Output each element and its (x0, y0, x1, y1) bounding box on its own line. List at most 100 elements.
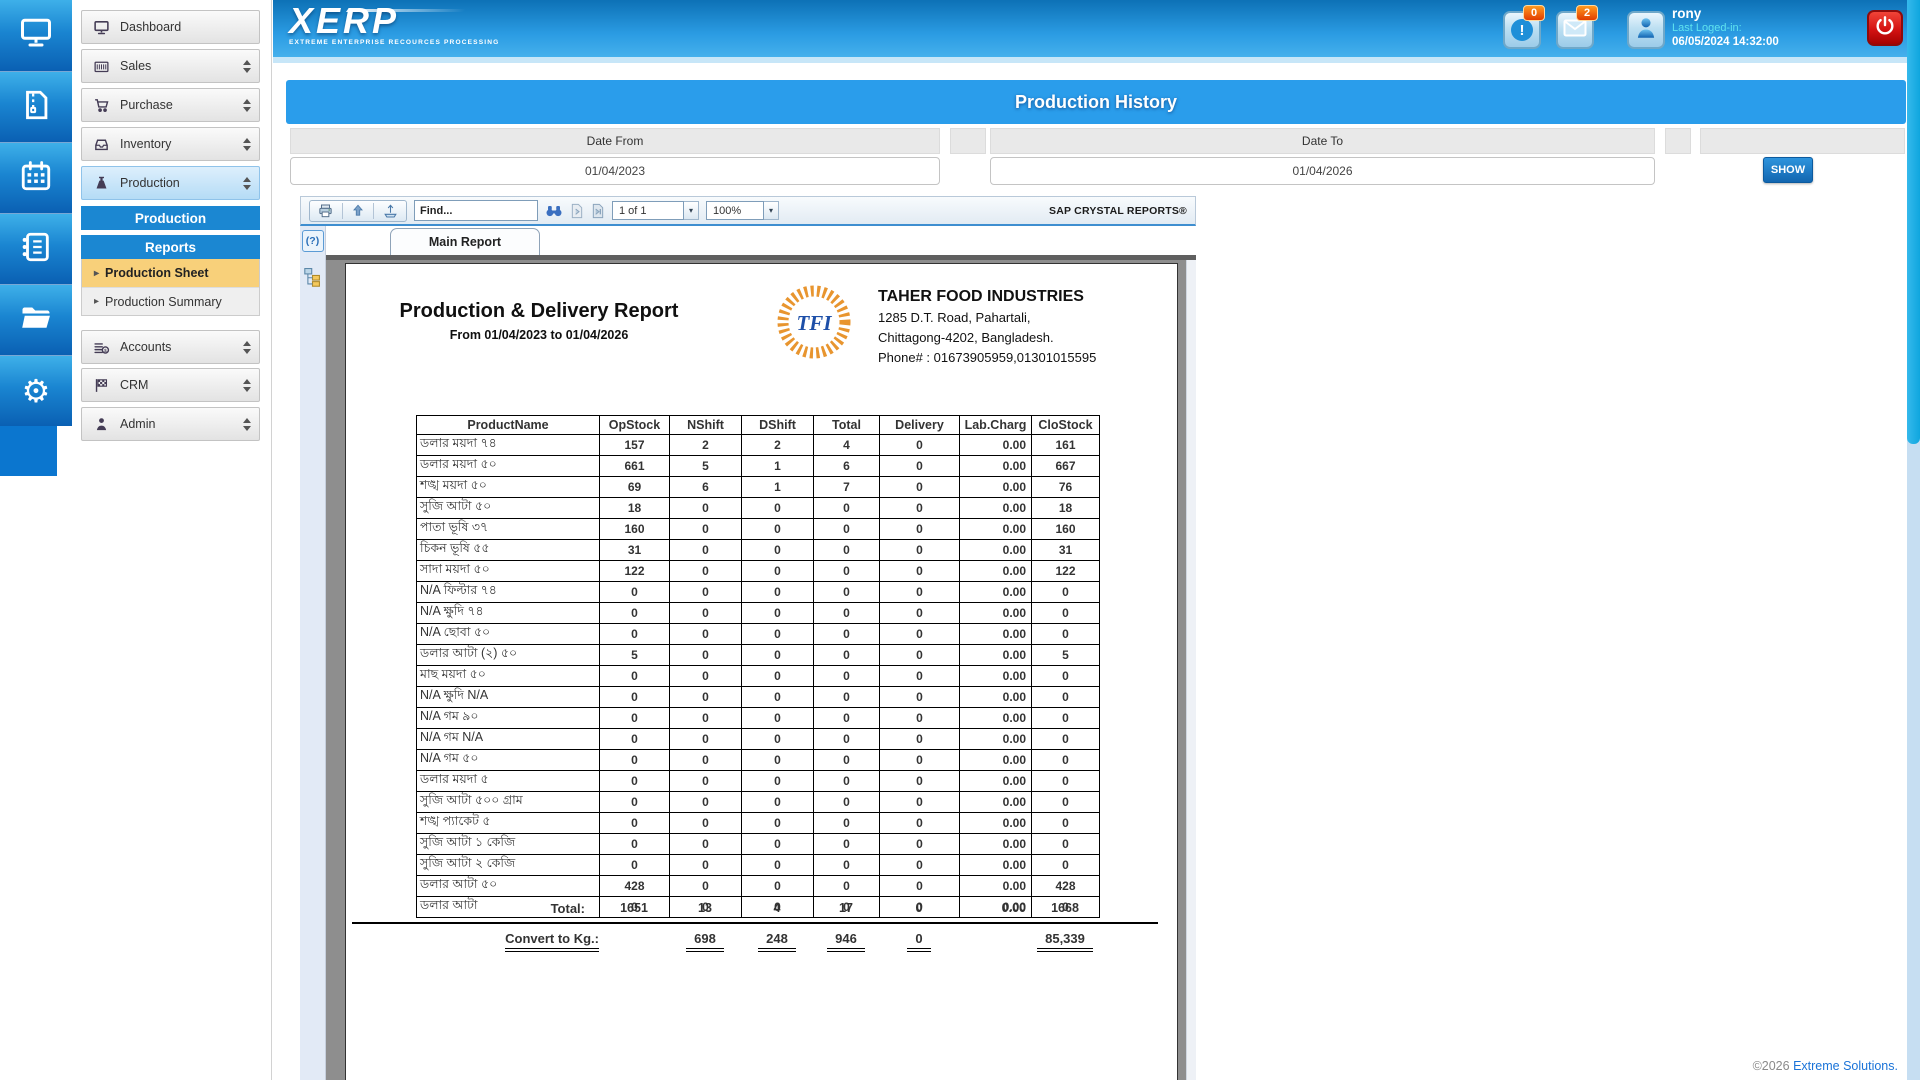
expand-arrows-icon (243, 137, 251, 151)
filter-panel: Production History Date From Date To SHO… (286, 75, 1906, 187)
group-tree-button[interactable] (303, 266, 323, 288)
expand-arrows-icon (243, 98, 251, 112)
table-row: ডলার আটা (২) ৫০ 5 0 0 0 0 0.00 5 (416, 644, 1100, 666)
production-table: ProductName OpStock NShift DShift Total Deliv… (416, 415, 1100, 918)
company-info: TAHER FOOD INDUSTRIES 1285 D.T. Road, Pa… (878, 286, 1096, 368)
expand-arrows-icon (243, 176, 251, 190)
date-to-input[interactable] (990, 157, 1655, 185)
sidebar-item-sales[interactable]: Sales (81, 49, 260, 83)
rail-calendar-button[interactable] (0, 142, 72, 213)
submenu-item-production-summary[interactable]: ▸ Production Summary (82, 287, 259, 315)
column-header: DShift (741, 415, 814, 435)
notifications-button[interactable]: ! 0 (1503, 5, 1545, 49)
table-row: N/A গম ৯০ 0 0 0 0 0 0.00 0 (416, 707, 1100, 729)
sidebar-item-accounts[interactable]: $ Accounts (81, 330, 260, 364)
page-scrollbar-thumb[interactable] (1907, 0, 1920, 444)
report-scrollbar[interactable] (1186, 260, 1196, 1080)
table-row: ডলার ময়দা ৫ 0 0 0 0 0 0.00 0 (416, 770, 1100, 792)
column-header: CloStock (1031, 415, 1100, 435)
tab-main-report[interactable]: Main Report (390, 228, 540, 255)
chevron-down-icon[interactable]: ▾ (764, 201, 779, 220)
sidebar-item-label: Purchase (120, 98, 173, 112)
toolbar-separator (342, 202, 343, 219)
page-title: Production History (286, 80, 1906, 124)
monitor-icon (92, 18, 110, 36)
table-row: সাদা ময়দা ৫০ 122 0 0 0 0 0.00 122 (416, 560, 1100, 582)
sidebar-item-label: Inventory (120, 137, 172, 151)
chevron-right-icon: ▸ (94, 267, 100, 279)
table-row: মাছ ময়দা ৫০ 0 0 0 0 0 0.00 0 (416, 665, 1100, 687)
chevron-down-icon[interactable]: ▾ (684, 201, 699, 220)
svg-text:$: $ (104, 347, 107, 352)
table-row: ডলার আটা ৫০ 428 0 0 0 0 0.00 428 (416, 875, 1100, 897)
export-page-button[interactable] (382, 203, 399, 219)
sidebar-item-label: Production (120, 176, 180, 190)
column-header: Delivery (879, 415, 960, 435)
power-icon (1874, 15, 1896, 42)
last-login-value: 06/05/2024 14:32:00 (1672, 36, 1779, 48)
icon-rail: ⚙ (0, 0, 72, 426)
convert-label: Convert to Kg.: (505, 931, 599, 952)
table-row: চিকন ভূষি ৫৫ 31 0 0 0 0 0.00 31 (416, 539, 1100, 561)
sidebar-item-crm[interactable]: CRM (81, 368, 260, 402)
sidebar-item-dashboard[interactable]: Dashboard (81, 10, 260, 44)
table-row: পাতা ভূষি ৩৭ 160 0 0 0 0 0.00 160 (416, 518, 1100, 540)
cart-icon (92, 96, 110, 114)
page-scrollbar-track[interactable] (1907, 0, 1920, 1080)
report-date-range: From 01/04/2023 to 01/04/2026 (449, 328, 629, 342)
export-button[interactable] (351, 203, 365, 218)
report-title: Production & Delivery Report (399, 300, 679, 322)
flask-icon (92, 174, 110, 192)
table-row: সুজি আটা ১ কেজি 0 0 0 0 0 0.00 0 (416, 833, 1100, 855)
register-icon (92, 57, 110, 75)
table-row: শঙ্খ ময়দা ৫০ 69 6 1 7 0 0.00 76 (416, 476, 1100, 498)
vendor-link[interactable]: Extreme Solutions. (1793, 1059, 1898, 1073)
expand-arrows-icon (243, 417, 251, 431)
sidebar-item-inventory[interactable]: Inventory (81, 127, 260, 161)
rail-folder-button[interactable] (0, 284, 72, 355)
filter-action-header (1700, 128, 1905, 154)
rail-notebook-button[interactable] (0, 213, 72, 284)
mail-badge: 2 (1576, 5, 1598, 21)
show-button[interactable]: SHOW (1763, 157, 1813, 183)
next-page-button[interactable] (570, 203, 584, 219)
sidebar-item-admin[interactable]: Admin (81, 407, 260, 441)
submenu-item-production-sheet[interactable]: ▸ Production Sheet (82, 259, 259, 287)
toolbar-separator (373, 202, 374, 219)
copyright-text: ©2026 (1752, 1059, 1790, 1073)
rail-settings-button[interactable]: ⚙ (0, 355, 72, 426)
person-icon (92, 415, 110, 433)
find-input[interactable] (414, 200, 538, 221)
help-button[interactable]: (?) (301, 230, 324, 252)
company-address-1: 1285 D.T. Road, Pahartali, (878, 310, 1031, 325)
zoom-level[interactable]: 100% (706, 201, 764, 220)
sidebar-item-purchase[interactable]: Purchase (81, 88, 260, 122)
logout-button[interactable] (1867, 10, 1903, 46)
rail-dashboard-button[interactable] (0, 0, 72, 71)
total-row: Total: 1651 13 4 17 0 0.00 1668 (550, 900, 1079, 916)
envelope-icon (1563, 19, 1587, 42)
table-row: N/A গম ৫০ 0 0 0 0 0 0.00 0 (416, 749, 1100, 771)
binoculars-icon[interactable] (545, 203, 563, 218)
filter-spacer-cell (950, 128, 986, 154)
app-logo: XERP EXTREME ENTERPRISE RECOURCES PROCES… (289, 2, 499, 47)
rail-sales-button[interactable] (0, 71, 72, 142)
last-page-button[interactable] (591, 203, 605, 219)
expand-arrows-icon (243, 378, 251, 392)
notification-badge: 0 (1523, 5, 1545, 21)
company-logo: TFI (774, 282, 854, 364)
coins-icon: $ (92, 338, 110, 356)
total-label: Total: (550, 900, 585, 916)
logo-swoosh (345, 9, 467, 12)
user-avatar-button[interactable] (1627, 11, 1665, 49)
svg-text:TFI: TFI (796, 311, 832, 335)
page-indicator[interactable]: 1 of 1 (612, 201, 684, 220)
table-row: N/A ছোবা ৫০ 0 0 0 0 0 0.00 0 (416, 623, 1100, 645)
column-header: NShift (669, 415, 742, 435)
sidebar-item-production[interactable]: Production (81, 166, 260, 200)
mail-button[interactable]: 2 (1556, 5, 1598, 49)
report-table-body: ডলার ময়দা ৭৪ 157 2 2 4 0 0.00 161 ডলার ময়দা ৫০… (416, 434, 1100, 918)
expand-arrows-icon (243, 340, 251, 354)
print-button[interactable] (317, 203, 334, 219)
date-from-input[interactable] (290, 157, 940, 185)
